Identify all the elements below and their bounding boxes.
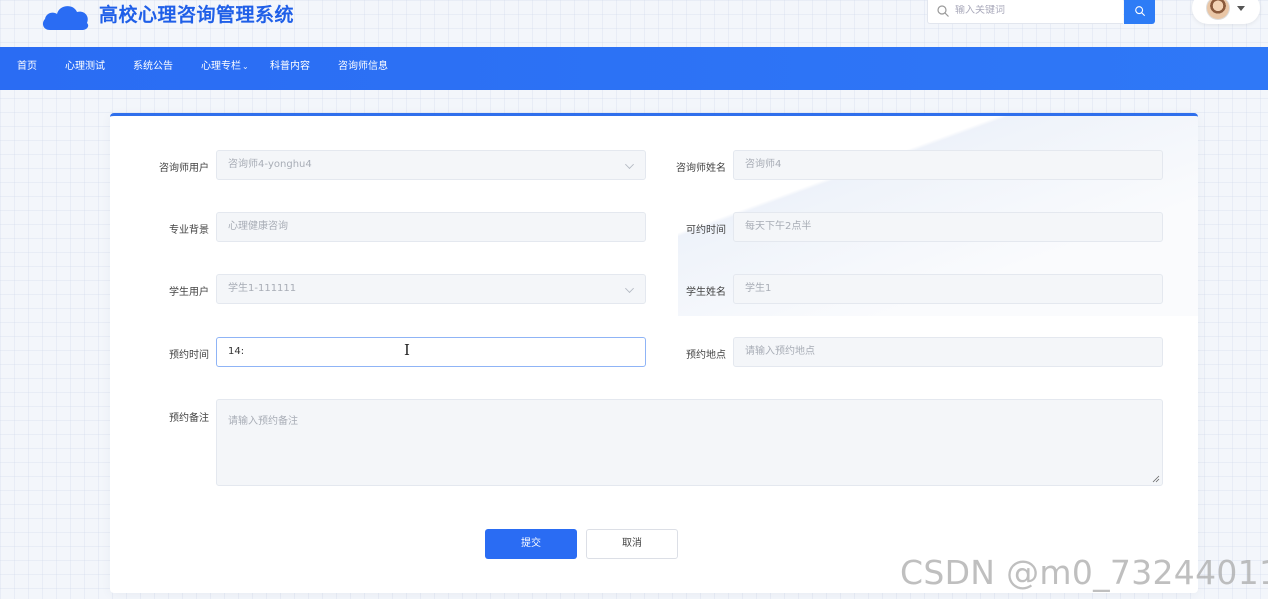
- watermark: CSDN @m0_73244011: [900, 553, 1268, 592]
- cloud-icon: [42, 6, 89, 30]
- student-name-label: 学生姓名: [686, 287, 726, 298]
- appointment-form-card: 咨询师用户 咨询师4-yonghu4 咨询师姓名 咨询师4 专业背景 心理健康咨…: [110, 113, 1198, 593]
- nav-item-label: 系统公告: [133, 61, 173, 72]
- counselor-user-value: 咨询师4-yonghu4: [228, 159, 312, 170]
- chevron-down-icon: [625, 284, 634, 293]
- user-menu[interactable]: [1192, 0, 1260, 24]
- search-icon: [1134, 5, 1145, 16]
- text-cursor-icon: I: [404, 341, 410, 359]
- appointment-location-input[interactable]: 请输入预约地点: [733, 337, 1163, 367]
- nav-item-announcements[interactable]: 系统公告: [133, 47, 173, 90]
- search-input[interactable]: [955, 5, 1115, 16]
- cancel-button[interactable]: 取消: [586, 529, 678, 559]
- specialty-label: 专业背景: [169, 225, 209, 236]
- counselor-name-label: 咨询师姓名: [676, 163, 726, 174]
- nav-item-label: 咨询师信息: [338, 61, 388, 72]
- appointment-time-input[interactable]: 14:: [216, 337, 646, 367]
- appointment-note-label: 预约备注: [169, 413, 209, 424]
- chevron-down-icon: ⌄: [242, 62, 249, 71]
- student-name-field[interactable]: 学生1: [733, 274, 1163, 304]
- available-time-field[interactable]: 每天下午2点半: [733, 212, 1163, 242]
- search-box: [927, 0, 1123, 24]
- nav-item-label: 首页: [17, 61, 37, 72]
- search-button[interactable]: [1124, 0, 1155, 24]
- student-user-select[interactable]: 学生1-111111: [216, 274, 646, 304]
- chevron-down-icon: [625, 160, 634, 169]
- submit-button[interactable]: 提交: [485, 529, 577, 559]
- nav-item-counselor-info[interactable]: 咨询师信息: [338, 47, 388, 90]
- search-icon: [937, 4, 949, 17]
- main-nav: 首页 心理测试 系统公告 心理专栏⌄ 科普内容 咨询师信息: [0, 47, 1268, 90]
- counselor-user-label: 咨询师用户: [159, 163, 209, 174]
- counselor-name-field[interactable]: 咨询师4: [733, 150, 1163, 180]
- appointment-time-label: 预约时间: [169, 350, 209, 361]
- nav-item-label: 心理测试: [65, 61, 105, 72]
- caret-down-icon: [1237, 5, 1245, 11]
- nav-item-label: 科普内容: [270, 61, 310, 72]
- header: 高校心理咨询管理系统: [0, 0, 1268, 47]
- nav-item-psych-test[interactable]: 心理测试: [65, 47, 105, 90]
- resize-grip-icon[interactable]: [1152, 475, 1160, 483]
- appointment-note-placeholder: 请输入预约备注: [228, 416, 298, 427]
- nav-item-science[interactable]: 科普内容: [270, 47, 310, 90]
- nav-item-home[interactable]: 首页: [17, 47, 37, 90]
- avatar[interactable]: [1206, 0, 1230, 20]
- student-user-value: 学生1-111111: [228, 283, 297, 294]
- nav-item-label: 心理专栏: [201, 61, 241, 72]
- appointment-note-textarea[interactable]: 请输入预约备注: [216, 399, 1163, 486]
- student-user-label: 学生用户: [169, 287, 209, 298]
- nav-item-psych-column[interactable]: 心理专栏⌄: [201, 47, 249, 90]
- counselor-user-select[interactable]: 咨询师4-yonghu4: [216, 150, 646, 180]
- appointment-location-label: 预约地点: [686, 350, 726, 361]
- site-title: 高校心理咨询管理系统: [99, 4, 295, 26]
- available-time-label: 可约时间: [686, 225, 726, 236]
- specialty-field[interactable]: 心理健康咨询: [216, 212, 646, 242]
